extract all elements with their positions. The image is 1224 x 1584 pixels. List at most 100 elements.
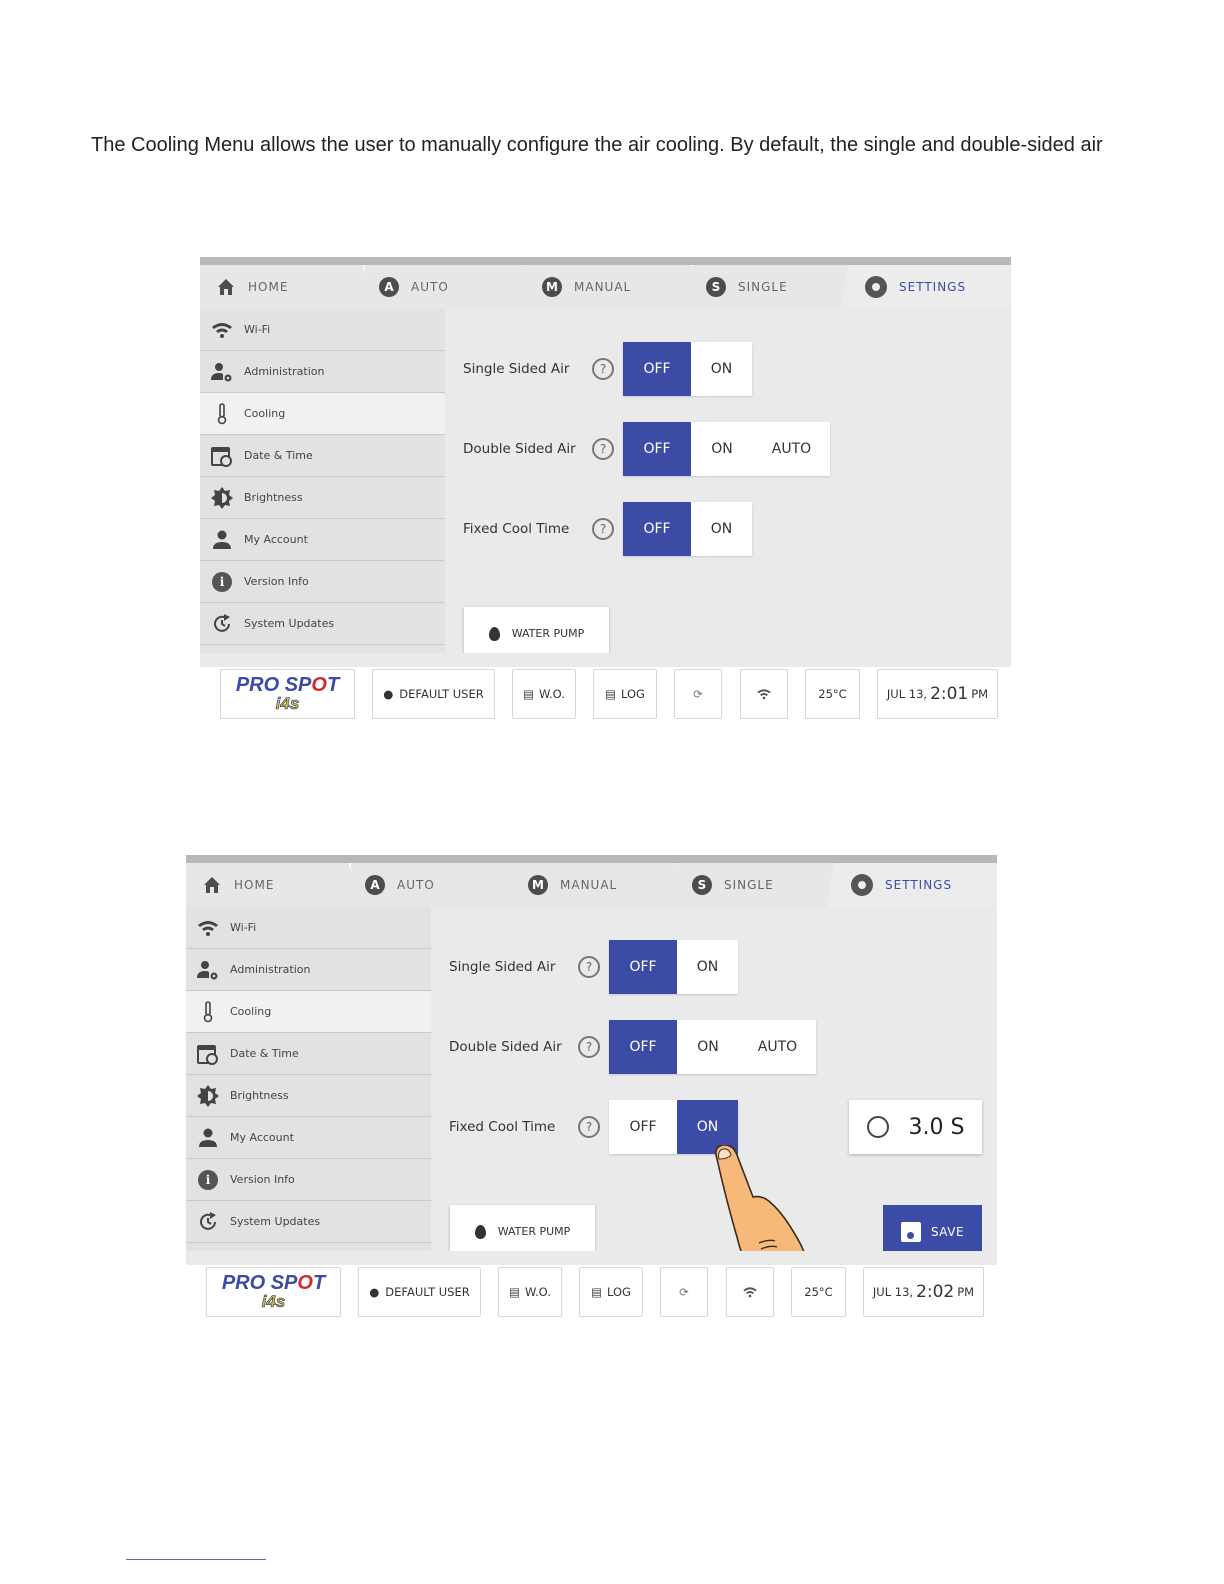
tab-auto[interactable]: A AUTO	[365, 265, 540, 309]
wifi-status-button[interactable]	[740, 669, 788, 719]
sidebar-item-administration[interactable]: Administration	[200, 351, 445, 393]
sidebar-item-date-time[interactable]: Date & Time	[200, 435, 445, 477]
sidebar-item-my-account[interactable]: My Account	[200, 519, 445, 561]
tab-manual[interactable]: M MANUAL	[514, 863, 689, 907]
cooling-settings-panel: Single Sided Air ? OFF ON Double Sided A…	[431, 907, 997, 1295]
info-icon: i	[196, 1168, 220, 1192]
manual-icon: M	[542, 277, 562, 297]
default-user-button[interactable]: ● DEFAULT USER	[358, 1267, 481, 1317]
tab-auto[interactable]: A AUTO	[351, 863, 526, 907]
help-icon[interactable]: ?	[578, 956, 600, 978]
logo-text-a: PRO SP	[221, 1272, 298, 1294]
sidebar-label-my-account: My Account	[230, 1131, 294, 1144]
thermometer-icon	[217, 402, 227, 424]
cooling-screen-fixed-cool-on: HOME A AUTO M MANUAL S SINGLE SETTINGS W…	[186, 855, 997, 1322]
sidebar-item-version-info[interactable]: i Version Info	[186, 1159, 431, 1201]
fixed-cool-time-on[interactable]: ON	[691, 502, 752, 556]
fixed-cool-time-off[interactable]: OFF	[609, 1100, 677, 1154]
manual-icon: M	[528, 875, 548, 895]
wifi-icon	[212, 322, 232, 338]
thermometer-icon	[203, 1000, 213, 1022]
sidebar-item-version-info[interactable]: i Version Info	[200, 561, 445, 603]
default-user-label: DEFAULT USER	[385, 1285, 470, 1299]
gear-icon	[851, 874, 873, 896]
tab-manual[interactable]: M MANUAL	[528, 265, 703, 309]
settings-sidebar: Wi-Fi Administration Cooling Date & Time…	[186, 907, 431, 1251]
sidebar-item-system-updates[interactable]: System Updates	[186, 1201, 431, 1243]
tab-single-label: SINGLE	[724, 878, 774, 892]
sidebar-label-wifi: Wi-Fi	[244, 323, 271, 336]
work-order-button[interactable]: ▤ W.O.	[498, 1267, 562, 1317]
log-label: LOG	[620, 687, 645, 701]
logo-i4s: i4s	[275, 694, 300, 713]
sidebar-item-date-time[interactable]: Date & Time	[186, 1033, 431, 1075]
tab-home[interactable]: HOME	[186, 863, 361, 907]
sync-status-button[interactable]: ⟳	[660, 1267, 708, 1317]
status-bar: PRO SPOT i4s ● DEFAULT USER ▤ W.O. ▤ LOG…	[186, 1251, 997, 1322]
sidebar-label-date-time: Date & Time	[244, 449, 313, 462]
tab-settings[interactable]: SETTINGS	[841, 265, 1011, 309]
status-bar-band	[186, 1251, 997, 1265]
water-drop-icon	[474, 1224, 486, 1239]
sidebar-label-administration: Administration	[244, 365, 325, 378]
help-icon[interactable]: ?	[592, 518, 614, 540]
logo-text-o: O	[297, 1272, 313, 1294]
tab-home[interactable]: HOME	[200, 265, 375, 309]
tab-single[interactable]: S SINGLE	[678, 863, 850, 907]
cooling-screen-default: HOME A AUTO M MANUAL S SINGLE SETTINGS W…	[200, 257, 1011, 724]
home-icon	[204, 877, 220, 893]
default-user-button[interactable]: ● DEFAULT USER	[372, 669, 495, 719]
sidebar-item-cooling[interactable]: Cooling	[186, 991, 431, 1033]
tab-single[interactable]: S SINGLE	[692, 265, 864, 309]
help-icon[interactable]: ?	[592, 358, 614, 380]
double-sided-air-on[interactable]: ON	[677, 1020, 739, 1074]
date-time-display[interactable]: JUL 13, 2:01 PM	[877, 669, 998, 719]
double-sided-air-on[interactable]: ON	[691, 422, 753, 476]
single-sided-air-off[interactable]: OFF	[623, 342, 691, 396]
log-button[interactable]: ▤ LOG	[593, 669, 657, 719]
sidebar-item-brightness[interactable]: Brightness	[200, 477, 445, 519]
single-sided-air-label: Single Sided Air	[463, 361, 570, 377]
sync-status-button[interactable]: ⟳	[674, 669, 722, 719]
sidebar-item-system-updates[interactable]: System Updates	[200, 603, 445, 645]
calendar-clock-icon	[211, 446, 232, 467]
sidebar-item-cooling[interactable]: Cooling	[200, 393, 445, 435]
single-sided-air-on[interactable]: ON	[691, 342, 752, 396]
sidebar-item-wifi[interactable]: Wi-Fi	[200, 309, 445, 351]
fixed-cool-time-off[interactable]: OFF	[623, 502, 691, 556]
single-sided-air-toggle: OFF ON	[623, 342, 752, 396]
logo-text-b: T	[326, 674, 340, 696]
sidebar-item-administration[interactable]: Administration	[186, 949, 431, 991]
sidebar-item-my-account[interactable]: My Account	[186, 1117, 431, 1159]
cool-time-input[interactable]: 3.0 S	[849, 1100, 982, 1154]
clock-value: 2:01	[930, 684, 969, 704]
log-button[interactable]: ▤ LOG	[579, 1267, 643, 1317]
single-sided-air-on[interactable]: ON	[677, 940, 738, 994]
work-order-button[interactable]: ▤ W.O.	[512, 669, 576, 719]
help-icon[interactable]: ?	[578, 1116, 600, 1138]
sidebar-item-wifi[interactable]: Wi-Fi	[186, 907, 431, 949]
wifi-status-button[interactable]	[726, 1267, 774, 1317]
single-sided-air-off[interactable]: OFF	[609, 940, 677, 994]
sidebar-item-brightness[interactable]: Brightness	[186, 1075, 431, 1117]
fixed-cool-time-toggle: OFF ON	[623, 502, 752, 556]
help-icon[interactable]: ?	[592, 438, 614, 460]
double-sided-air-auto[interactable]: AUTO	[753, 422, 830, 476]
calendar-clock-icon	[197, 1044, 218, 1065]
double-sided-air-off[interactable]: OFF	[609, 1020, 677, 1074]
sidebar-label-administration: Administration	[230, 963, 311, 976]
double-sided-air-off[interactable]: OFF	[623, 422, 691, 476]
admin-user-gear-icon	[211, 362, 232, 381]
double-sided-air-auto[interactable]: AUTO	[739, 1020, 816, 1074]
help-icon[interactable]: ?	[578, 1036, 600, 1058]
single-sided-air-toggle: OFF ON	[609, 940, 738, 994]
tab-manual-label: MANUAL	[560, 878, 618, 892]
wifi-icon	[757, 689, 771, 700]
date-time-display[interactable]: JUL 13, 2:02 PM	[863, 1267, 984, 1317]
cool-time-value: 3.0 S	[908, 1114, 965, 1140]
water-pump-label: WATER PUMP	[511, 627, 585, 640]
tab-auto-label: AUTO	[397, 878, 435, 892]
log-label: LOG	[606, 1285, 631, 1299]
tab-settings[interactable]: SETTINGS	[827, 863, 997, 907]
person-icon	[199, 1128, 217, 1147]
